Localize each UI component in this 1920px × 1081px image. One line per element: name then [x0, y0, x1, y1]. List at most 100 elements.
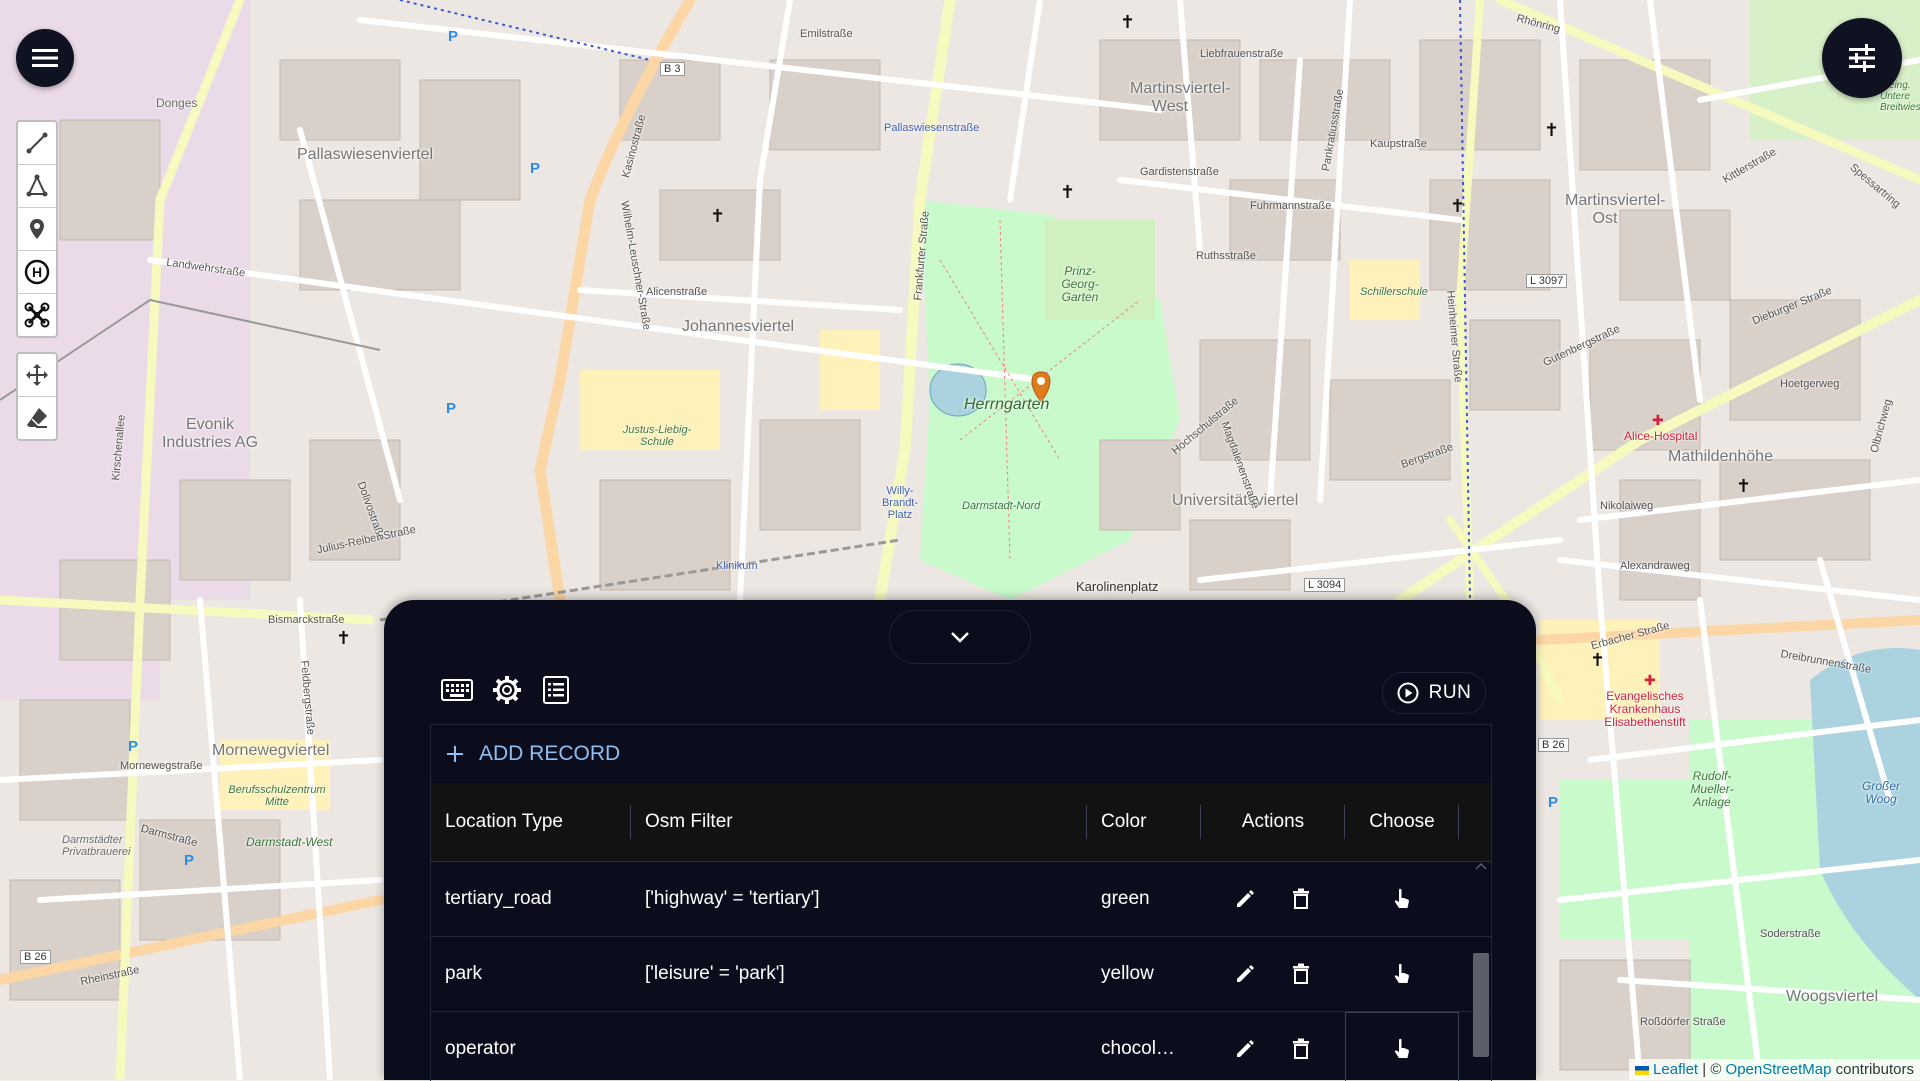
road-ref: B 26	[1538, 738, 1569, 753]
column-header-osm-filter[interactable]: Osm Filter	[631, 783, 1087, 861]
draw-polygon-button[interactable]	[18, 165, 56, 208]
choose-cell[interactable]	[1345, 862, 1459, 936]
draw-helipad-button[interactable]: H	[18, 251, 56, 294]
table-row[interactable]: park ['leisure' = 'park'] yellow	[431, 937, 1491, 1012]
hamburger-icon	[32, 49, 58, 67]
bottom-panel: RUN ADD RECORD Location Type Osm Filter …	[384, 600, 1536, 1081]
delete-button[interactable]	[1288, 1036, 1314, 1062]
map-label: Darmstädter Privatbrauerei	[62, 834, 131, 859]
church-icon: ✝	[710, 206, 726, 226]
location-type-cell[interactable]: tertiary_road	[431, 888, 631, 910]
plus-icon	[447, 746, 463, 762]
delete-button[interactable]	[1288, 961, 1314, 987]
school-label: Berufsschulzentrum Mitte	[228, 784, 326, 809]
osm-filter-cell[interactable]: ['highway' = 'tertiary']	[631, 888, 1087, 910]
street-label: Kaupstraße	[1370, 138, 1427, 150]
delete-button[interactable]	[1288, 886, 1314, 912]
hospital-icon: ✚	[1644, 672, 1656, 688]
district-label: Karolinenplatz	[1076, 579, 1159, 594]
edit-button[interactable]	[1232, 886, 1258, 912]
road-ref: B 3	[660, 62, 685, 77]
street-label: Roßdörfer Straße	[1640, 1016, 1726, 1028]
erase-button[interactable]	[18, 397, 56, 439]
osm-link[interactable]: OpenStreetMap	[1726, 1061, 1832, 1078]
district-label: Pallaswiesenviertel	[297, 146, 434, 163]
location-type-cell[interactable]: park	[431, 963, 631, 985]
column-header-location-type[interactable]: Location Type	[431, 783, 631, 861]
church-icon: ✝	[1590, 650, 1606, 670]
hand-pointer-icon	[1394, 888, 1409, 908]
road-ref: L 3094	[1304, 578, 1346, 593]
map-label: Donges	[156, 96, 198, 110]
table-header: Location Type Osm Filter Color Actions C…	[431, 783, 1491, 862]
list-view-button[interactable]	[539, 673, 573, 707]
parking-icon: P	[128, 738, 139, 755]
draw-polyline-button[interactable]	[18, 122, 56, 165]
choose-cell[interactable]	[1345, 937, 1459, 1011]
draw-drone-button[interactable]	[18, 294, 56, 336]
station-label: Willy-Brandt-Platz	[881, 485, 919, 522]
edit-button[interactable]	[1232, 1036, 1258, 1062]
color-cell[interactable]: chocol…	[1087, 1038, 1201, 1060]
leaflet-link[interactable]: Leaflet	[1653, 1061, 1698, 1078]
draw-marker-button[interactable]	[18, 208, 56, 251]
road-ref: L 3097	[1526, 274, 1568, 289]
station-label: Pallaswiesenstraße	[884, 122, 980, 134]
settings-button[interactable]	[1822, 18, 1902, 98]
parking-icon: P	[184, 852, 195, 869]
list-icon	[543, 676, 569, 704]
district-label: Martinsviertel-West	[1130, 80, 1231, 115]
table-scrollbar[interactable]	[1471, 861, 1491, 1081]
column-header-color[interactable]: Color	[1087, 783, 1201, 861]
column-header-choose[interactable]: Choose	[1345, 783, 1459, 861]
street-label: Fuhrmannstraße	[1250, 200, 1332, 212]
pencil-icon	[1237, 1040, 1254, 1057]
collapse-panel-button[interactable]	[889, 610, 1031, 664]
map-label: Evonik Industries AG	[161, 416, 259, 451]
color-cell[interactable]: yellow	[1087, 963, 1201, 985]
location-type-cell[interactable]: operator	[431, 1038, 631, 1060]
scroll-thumb[interactable]	[1473, 953, 1489, 1057]
parking-icon: P	[530, 160, 541, 177]
street-label: Alicenstraße	[646, 286, 708, 298]
records-table: ADD RECORD Location Type Osm Filter Colo…	[430, 724, 1492, 1081]
move-button[interactable]	[18, 354, 56, 397]
column-header-actions[interactable]: Actions	[1201, 783, 1345, 861]
add-record-label: ADD RECORD	[479, 742, 621, 765]
map-attribution: Leaflet | © OpenStreetMap contributors	[1629, 1059, 1920, 1080]
trash-icon	[1293, 1038, 1309, 1059]
park-label: Prinz-Georg-Garten	[1061, 264, 1099, 305]
church-icon: ✝	[1736, 476, 1752, 496]
menu-button[interactable]	[16, 29, 74, 87]
actions-cell	[1201, 886, 1345, 912]
street-label: Mornewegstraße	[120, 760, 203, 772]
add-record-button[interactable]: ADD RECORD	[431, 725, 1491, 783]
keyboard-button[interactable]	[440, 673, 474, 707]
map-label: Darmstadt-Nord	[962, 500, 1041, 512]
street-label: Bismarckstraße	[268, 614, 345, 626]
street-label: Nikolaiweg	[1600, 500, 1654, 512]
table-row[interactable]: operator chocol…	[431, 1012, 1491, 1081]
color-cell[interactable]: green	[1087, 888, 1201, 910]
settings-gear-button[interactable]	[490, 673, 524, 707]
trash-icon	[1293, 963, 1309, 984]
gear-icon	[493, 676, 521, 704]
station-label: Klinikum	[716, 560, 758, 572]
scroll-up-icon[interactable]	[1471, 861, 1491, 871]
district-label: Johannesviertel	[682, 318, 795, 335]
run-button[interactable]: RUN	[1382, 672, 1486, 714]
district-label: Woogsviertel	[1786, 988, 1879, 1005]
street-label: Gardistenstraße	[1140, 166, 1219, 178]
actions-cell	[1201, 961, 1345, 987]
street-label: Alexandraweg	[1620, 560, 1690, 572]
hospital-label: Alice-Hospital	[1624, 429, 1698, 443]
osm-filter-cell[interactable]: ['leisure' = 'park']	[631, 963, 1087, 985]
street-label: Hoetgerweg	[1780, 378, 1840, 390]
road-ref: B 26	[20, 950, 51, 965]
table-row[interactable]: tertiary_road ['highway' = 'tertiary'] g…	[431, 862, 1491, 937]
parking-icon: P	[448, 28, 459, 45]
attribution-suffix: contributors	[1831, 1061, 1914, 1078]
hospital-icon: ✚	[1652, 412, 1664, 428]
choose-cell[interactable]	[1345, 1012, 1459, 1081]
edit-button[interactable]	[1232, 961, 1258, 987]
